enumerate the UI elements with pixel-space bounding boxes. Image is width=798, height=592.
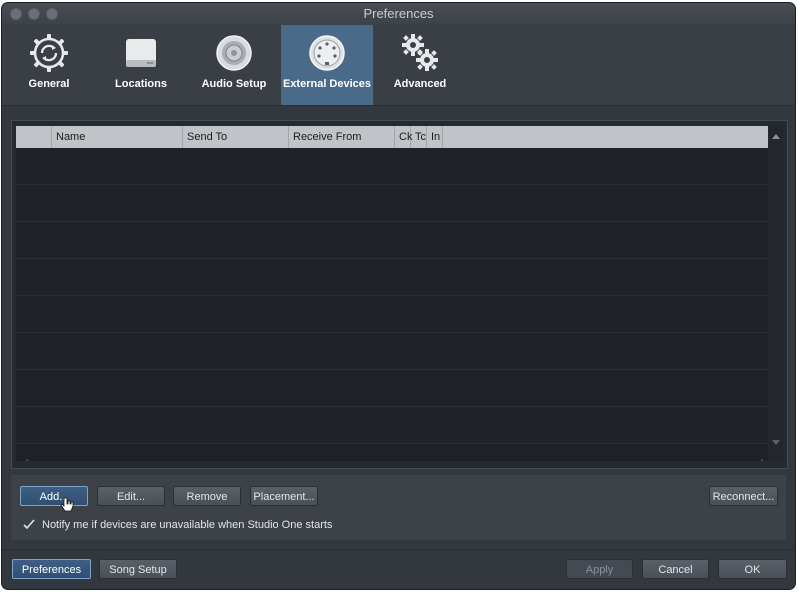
table-row[interactable] — [16, 148, 768, 185]
speaker-icon — [188, 33, 280, 73]
tab-external-devices[interactable]: External Devices — [281, 25, 373, 105]
tab-audio-setup-label: Audio Setup — [201, 78, 267, 90]
remove-device-button[interactable]: Remove — [173, 486, 241, 506]
gear-refresh-icon — [3, 33, 95, 73]
table-row[interactable] — [16, 370, 768, 407]
tab-advanced[interactable]: Advanced — [374, 25, 466, 105]
gears-icon — [374, 33, 466, 73]
table-row[interactable] — [16, 296, 768, 333]
scroll-left-icon[interactable] — [23, 459, 28, 461]
tab-external-devices-label: External Devices — [282, 78, 372, 90]
scroll-up-icon[interactable] — [772, 134, 780, 139]
horizontal-scrollbar[interactable] — [20, 456, 768, 461]
title-bar: Preferences — [2, 3, 795, 26]
placement-button[interactable]: Placement... — [250, 486, 318, 506]
song-setup-button[interactable]: Song Setup — [99, 559, 177, 579]
tab-locations[interactable]: Locations — [95, 25, 187, 105]
tab-general-label: General — [28, 78, 70, 90]
table-row[interactable] — [16, 407, 768, 444]
edit-device-button[interactable]: Edit... — [97, 486, 165, 506]
column-header-tc[interactable]: Tc — [411, 126, 427, 148]
devices-table: Name Send To Receive From Ck Tc In — [16, 126, 768, 461]
column-header-ck[interactable]: Ck — [395, 126, 412, 148]
cancel-button[interactable]: Cancel — [642, 559, 709, 579]
devices-panel: Name Send To Receive From Ck Tc In — [11, 120, 788, 469]
tab-audio-setup[interactable]: Audio Setup — [188, 25, 280, 105]
preferences-button[interactable]: Preferences — [12, 559, 91, 579]
scroll-down-icon[interactable] — [772, 440, 780, 445]
tab-general[interactable]: General — [3, 25, 95, 105]
preferences-toolbar: General Locations Audio Setup External D… — [2, 25, 795, 105]
table-row[interactable] — [16, 333, 768, 370]
notify-checkbox-label[interactable]: Notify me if devices are unavailable whe… — [42, 518, 332, 532]
hand-cursor-icon — [60, 497, 74, 513]
tab-advanced-label: Advanced — [393, 78, 447, 90]
checkmark-icon — [23, 519, 35, 530]
vertical-scrollbar[interactable] — [769, 126, 783, 461]
ok-button[interactable]: OK — [718, 559, 787, 579]
window-title: Preferences — [363, 6, 434, 21]
midi-connector-icon — [281, 33, 373, 73]
table-row[interactable] — [16, 259, 768, 296]
table-row[interactable] — [16, 222, 768, 259]
apply-button[interactable]: Apply — [566, 559, 633, 579]
table-row[interactable] — [16, 185, 768, 222]
toolbar-divider — [2, 105, 795, 106]
notify-checkbox[interactable] — [22, 518, 36, 532]
add-device-button[interactable]: Add... — [20, 486, 88, 506]
column-header-in[interactable]: In — [427, 126, 443, 148]
scroll-right-icon[interactable] — [761, 459, 766, 461]
tab-locations-label: Locations — [115, 78, 167, 90]
column-header-send-to[interactable]: Send To — [183, 126, 289, 148]
column-header-name[interactable]: Name — [52, 126, 183, 148]
table-header: Name Send To Receive From Ck Tc In — [16, 126, 768, 148]
column-header-receive-from[interactable]: Receive From — [289, 126, 395, 148]
preferences-window: Preferences General Locations Audio Setu… — [2, 3, 795, 589]
drive-icon — [95, 33, 187, 73]
column-header-blank[interactable] — [16, 126, 52, 148]
reconnect-button[interactable]: Reconnect... — [709, 486, 778, 506]
